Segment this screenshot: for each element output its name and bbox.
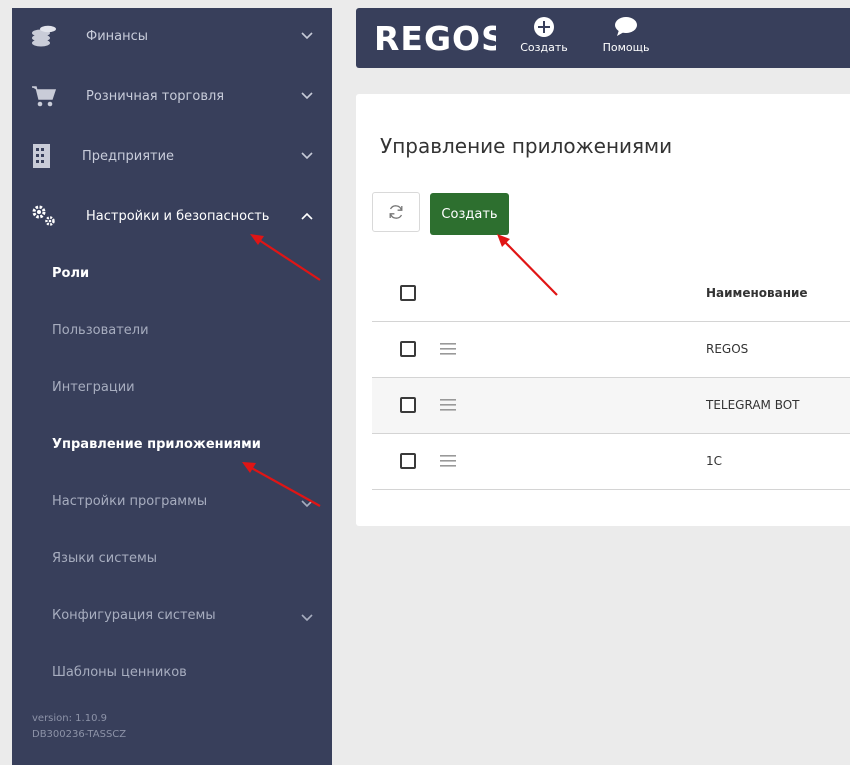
chevron-down-icon	[301, 614, 313, 622]
regos-logo: REGOS	[374, 22, 496, 54]
table-row[interactable]: REGOS	[372, 322, 850, 378]
table-row[interactable]: TELEGRAM BOT	[372, 378, 850, 434]
table-header-row: Наименование	[372, 266, 850, 322]
sidebar-subitem-users[interactable]: Пользователи	[52, 323, 149, 338]
chevron-down-icon	[301, 152, 313, 160]
sidebar-subitem-program-settings[interactable]: Настройки программы	[52, 494, 207, 509]
sidebar-subitem-system-languages[interactable]: Языки системы	[52, 551, 157, 566]
row-name: TELEGRAM BOT	[706, 398, 800, 412]
chevron-up-icon	[301, 212, 313, 220]
header-create-label: Создать	[520, 41, 568, 54]
sidebar-item-label: Финансы	[86, 28, 149, 44]
header-create-button[interactable]: Создать	[514, 16, 574, 54]
db-id-text: DB300236-TASSCZ	[32, 729, 127, 740]
coins-icon	[32, 25, 56, 47]
row-checkbox[interactable]	[400, 397, 416, 413]
building-icon	[33, 144, 50, 168]
top-header: REGOS Создать Помощь	[356, 8, 850, 68]
chevron-down-icon	[301, 500, 313, 508]
apps-table: Наименование REGOS TELEGRAM BOT 1C	[372, 266, 850, 490]
row-name: 1C	[706, 454, 723, 468]
drag-handle-icon[interactable]	[440, 455, 456, 467]
sidebar-subitem-app-management[interactable]: Управление приложениями	[52, 437, 261, 452]
svg-text:REGOS: REGOS	[374, 22, 496, 54]
chat-bubble-icon	[615, 17, 637, 36]
sidebar-subitem-system-config[interactable]: Конфигурация системы	[52, 608, 216, 623]
gears-icon	[32, 205, 55, 226]
sidebar-item-label: Предприятие	[82, 148, 175, 164]
drag-handle-icon[interactable]	[440, 343, 456, 355]
header-help-button[interactable]: Помощь	[596, 16, 656, 54]
sidebar-item-retail[interactable]: Розничная торговля	[12, 68, 332, 124]
sidebar-subitem-integrations[interactable]: Интеграции	[52, 380, 135, 395]
chevron-down-icon	[301, 32, 313, 40]
drag-handle-icon[interactable]	[440, 399, 456, 411]
sidebar-subitem-price-templates[interactable]: Шаблоны ценников	[52, 665, 187, 680]
sidebar: Финансы Розничная торговля Предприятие Н…	[12, 8, 332, 765]
table-row[interactable]: 1C	[372, 434, 850, 490]
sidebar-item-settings-security[interactable]: Настройки и безопасность	[12, 188, 332, 244]
column-header-name[interactable]: Наименование	[706, 286, 808, 300]
cart-icon	[32, 86, 57, 107]
sidebar-item-enterprise[interactable]: Предприятие	[12, 128, 332, 184]
version-text: version: 1.10.9	[32, 713, 107, 724]
row-name: REGOS	[706, 342, 749, 356]
chevron-down-icon	[301, 92, 313, 100]
main-card: Управление приложениями Создать Наименов…	[356, 94, 850, 526]
refresh-icon	[389, 205, 403, 219]
sidebar-item-finance[interactable]: Финансы	[12, 8, 332, 64]
select-all-checkbox[interactable]	[400, 285, 416, 301]
header-help-label: Помощь	[602, 41, 650, 54]
row-checkbox[interactable]	[400, 341, 416, 357]
sidebar-item-label: Розничная торговля	[86, 88, 225, 104]
page-title: Управление приложениями	[380, 134, 673, 158]
plus-circle-icon	[534, 17, 554, 37]
refresh-button[interactable]	[372, 192, 420, 232]
row-checkbox[interactable]	[400, 453, 416, 469]
sidebar-item-label: Настройки и безопасность	[86, 208, 270, 224]
sidebar-subitem-roles[interactable]: Роли	[52, 266, 89, 281]
create-button[interactable]: Создать	[430, 193, 509, 235]
